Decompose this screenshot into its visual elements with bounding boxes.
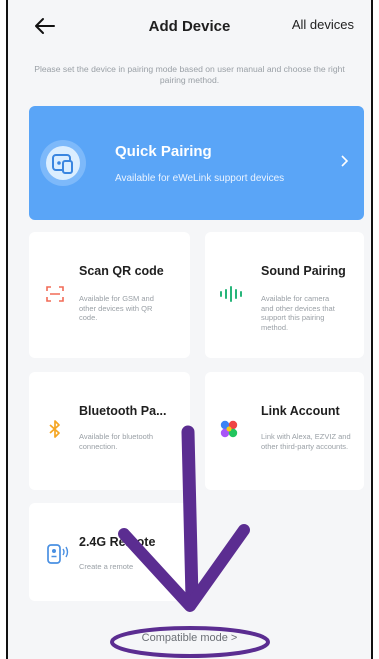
quick-pairing-subtitle: Available for eWeLink support devices — [115, 173, 285, 184]
scan-qr-icon — [46, 286, 64, 302]
scan-qr-title: Scan QR code — [79, 264, 164, 278]
bluetooth-pairing-card[interactable]: Bluetooth Pa... Available for bluetooth … — [29, 372, 190, 490]
compatible-mode-link[interactable]: Compatible mode > — [8, 632, 371, 644]
sound-pairing-card[interactable]: Sound Pairing Available for camera and o… — [205, 232, 364, 358]
bluetooth-pairing-title: Bluetooth Pa... — [79, 404, 167, 418]
link-account-icon — [216, 416, 242, 442]
remote-pairing-card[interactable]: 2.4G Remote Create a remote — [29, 503, 190, 601]
scan-qr-desc: Available for GSM and other devices with… — [79, 294, 154, 322]
quick-pairing-card[interactable]: Quick Pairing Available for eWeLink supp… — [29, 106, 364, 220]
sound-pairing-title: Sound Pairing — [261, 264, 346, 278]
chevron-right-icon — [341, 155, 349, 167]
remote-pairing-desc: Create a remote — [79, 562, 134, 571]
app-screen: Add Device All devices Please set the de… — [8, 0, 371, 659]
sound-wave-icon — [220, 286, 242, 302]
instruction-text: Please set the device in pairing mode ba… — [34, 64, 345, 85]
quick-pairing-title: Quick Pairing — [115, 143, 212, 160]
bluetooth-pairing-desc: Available for bluetooth connection. — [79, 432, 154, 451]
remote-pairing-title: 2.4G Remote — [79, 535, 156, 549]
bluetooth-icon — [49, 420, 60, 438]
quick-pairing-icon — [40, 140, 86, 186]
back-arrow-icon[interactable] — [32, 13, 58, 39]
page-title: Add Device — [148, 17, 231, 35]
screen-border-right — [371, 0, 373, 659]
all-devices-link[interactable]: All devices — [292, 17, 354, 32]
remote-control-icon — [47, 544, 69, 564]
scan-qr-card[interactable]: Scan QR code Available for GSM and other… — [29, 232, 190, 358]
header: Add Device All devices — [8, 0, 371, 52]
link-account-title: Link Account — [261, 404, 340, 418]
link-account-desc: Link with Alexa, EZVIZ and other third-p… — [261, 432, 351, 451]
link-account-card[interactable]: Link Account Link with Alexa, EZVIZ and … — [205, 372, 364, 490]
sound-pairing-desc: Available for camera and other devices t… — [261, 294, 335, 332]
